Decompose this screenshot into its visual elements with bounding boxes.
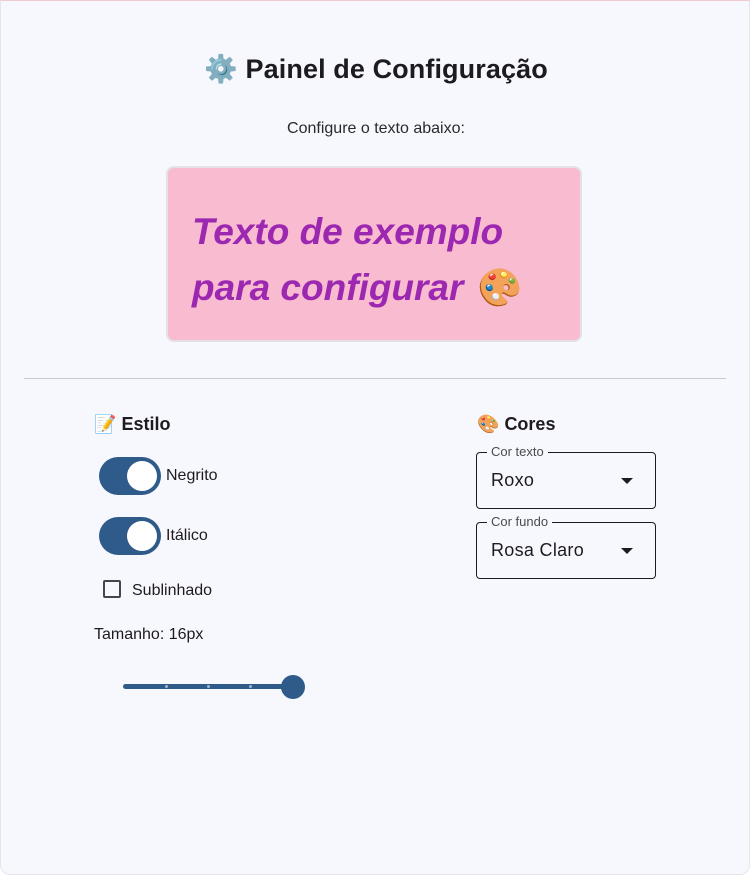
slider-tick <box>207 685 210 688</box>
style-section-label: Estilo <box>121 414 171 434</box>
italic-label: Itálico <box>166 527 208 544</box>
colors-section-label: Cores <box>504 414 556 434</box>
preview-text: Texto de exemplo para configurar 🎨 <box>192 211 520 308</box>
dropdown-arrow-icon <box>621 478 633 484</box>
toggle-knob <box>127 461 157 491</box>
bold-label: Negrito <box>166 467 218 484</box>
size-slider-thumb[interactable] <box>281 675 305 699</box>
size-label: Tamanho: 16px <box>94 626 204 643</box>
page-title: ⚙️ Painel de Configuração <box>1 53 750 85</box>
dropdown-arrow-icon <box>621 548 633 554</box>
slider-tick <box>165 685 168 688</box>
background-color-select-label: Cor fundo <box>487 514 553 530</box>
app-window: ⚙️ Painel de Configuração Configure o te… <box>0 0 750 875</box>
text-color-select-label: Cor texto <box>487 444 548 460</box>
page-subtitle: Configure o texto abaixo: <box>287 120 465 137</box>
italic-toggle[interactable] <box>99 517 161 555</box>
toggle-knob <box>127 521 157 551</box>
memo-icon: 📝 <box>94 414 117 435</box>
text-color-select[interactable]: Cor texto Roxo <box>476 444 656 509</box>
background-color-select-value: Rosa Claro <box>491 540 585 560</box>
slider-tick <box>249 685 252 688</box>
style-section-title: 📝 Estilo <box>94 414 170 435</box>
underline-checkbox[interactable] <box>103 580 121 598</box>
page-title-text: Painel de Configuração <box>245 54 548 84</box>
bold-toggle[interactable] <box>99 457 161 495</box>
underline-label: Sublinhado <box>132 582 213 599</box>
preview-box: Texto de exemplo para configurar 🎨 <box>166 166 582 342</box>
colors-section-title: 🎨 Cores <box>477 414 555 435</box>
background-color-select[interactable]: Cor fundo Rosa Claro <box>476 514 656 579</box>
text-color-select-value: Roxo <box>491 470 535 490</box>
gear-icon: ⚙️ <box>204 54 238 85</box>
divider <box>24 378 726 379</box>
palette-icon: 🎨 <box>477 414 500 435</box>
